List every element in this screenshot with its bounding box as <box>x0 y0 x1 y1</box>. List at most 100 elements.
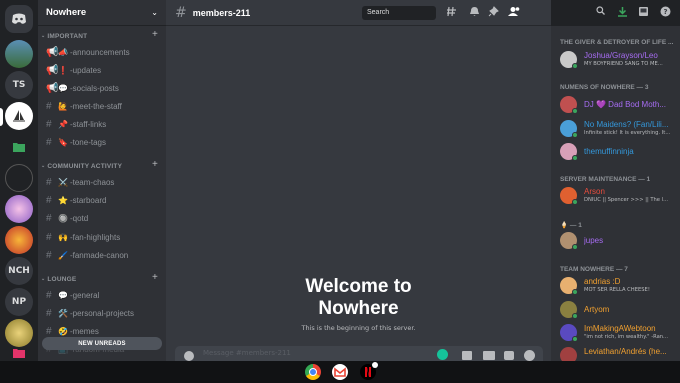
member-item[interactable]: jupes <box>560 232 678 252</box>
online-status-icon <box>572 199 578 205</box>
grammarly-icon[interactable] <box>437 349 448 360</box>
online-status-icon <box>572 244 578 250</box>
taskbar <box>0 361 680 383</box>
server-name: Nowhere <box>46 7 87 18</box>
channel-fan-highlights[interactable]: # 🙌 -fan-highlights <box>42 229 162 245</box>
red-server-icon[interactable] <box>5 226 33 254</box>
hash-icon: # <box>46 194 52 206</box>
selected-server-pill <box>0 108 3 126</box>
online-status-icon <box>572 289 578 295</box>
channel-meet-the-staff[interactable]: # 🙋 -meet-the-staff <box>42 98 162 114</box>
category-community-activity[interactable]: ⌄ COMMUNITY ACTIVITY + <box>38 159 166 172</box>
member-item[interactable]: Arson DNIUC || Spencer >>> || The l... <box>560 187 678 207</box>
add-channel-icon[interactable]: + <box>152 29 158 40</box>
chevron-down-icon[interactable]: ⌄ <box>151 8 158 17</box>
member-list: THE GIVER & DETROYER OF LIFE ... Joshua/… <box>551 26 680 361</box>
sticker-icon[interactable] <box>504 351 514 360</box>
member-group-title: THE GIVER & DETROYER OF LIFE ... <box>560 39 674 46</box>
add-attachment-icon[interactable] <box>184 351 194 361</box>
pin-icon[interactable] <box>486 6 500 20</box>
member-list-icon[interactable] <box>507 6 521 20</box>
inbox-icon[interactable] <box>636 6 650 20</box>
server-nch[interactable]: NCH <box>5 257 33 285</box>
category-lounge[interactable]: ⌄ LOUNGE + <box>38 272 166 285</box>
add-channel-icon[interactable]: + <box>152 272 158 283</box>
channel-starboard[interactable]: # ⭐ -starboard <box>42 192 162 208</box>
server-rail: TS NCH NP <box>0 0 38 361</box>
channel-staff-links[interactable]: # 📌 -staff-links <box>42 116 162 132</box>
member-item[interactable]: ImMakingAWebtoon "im not rich, im wealth… <box>560 324 678 344</box>
download-icon[interactable] <box>615 6 629 20</box>
search-icon[interactable] <box>593 6 607 20</box>
channel-qotd[interactable]: # 🔘 -qotd <box>42 210 162 226</box>
folder-icon[interactable] <box>5 347 33 359</box>
channel-fanmade-canon[interactable]: # 🖌️ -fanmade-canon <box>42 247 162 263</box>
notification-badge <box>372 362 378 368</box>
member-item[interactable]: andrias :D MOT SER RELLA CHEESE! <box>560 277 678 297</box>
hash-icon: # <box>46 176 52 188</box>
megaphone-icon: 📢 <box>46 46 59 58</box>
svg-text:?: ? <box>663 8 667 16</box>
server-ts[interactable]: TS <box>5 71 33 99</box>
chrome-icon[interactable] <box>305 364 321 380</box>
avatar <box>560 347 577 361</box>
folder-icon[interactable] <box>5 133 33 161</box>
category-important[interactable]: ⌄ IMPORTANT + <box>38 29 166 42</box>
discord-home-icon[interactable] <box>5 5 33 33</box>
channel-updates[interactable]: 📢 ❗ -updates <box>42 62 162 78</box>
channel-announcements[interactable]: 📢 📣 -announcements <box>42 44 162 60</box>
gmail-icon[interactable] <box>332 364 348 380</box>
nowhere-server-icon[interactable] <box>5 164 33 192</box>
emoji-icon[interactable] <box>524 350 535 361</box>
welcome-subtitle: This is the beginning of this server. <box>301 324 416 332</box>
art-server-icon[interactable] <box>5 319 33 347</box>
hash-icon: # <box>46 325 52 337</box>
search-input[interactable]: Search <box>362 6 436 20</box>
member-group-title: SERVER MAINTENANCE — 1 <box>560 176 651 183</box>
hash-icon: # <box>46 307 52 319</box>
member-item[interactable]: Joshua/Grayson/Leo MY BOYFRIEND SANG TO … <box>560 51 678 71</box>
hash-icon: # <box>46 231 52 243</box>
online-status-icon <box>572 155 578 161</box>
channel-tone-tags[interactable]: # 🔖 -tone-tags <box>42 134 162 150</box>
member-item[interactable]: DJ 💜 Dad Bod Moth... <box>560 96 678 116</box>
member-group-title: TEAM NOWHERE — 7 <box>560 266 628 273</box>
member-item[interactable]: Artyom <box>560 301 678 321</box>
channel-socials-posts[interactable]: 📢 💬 -socials-posts <box>42 80 162 96</box>
hash-icon: # <box>46 249 52 261</box>
member-group-title: 🍦 — 1 <box>560 222 582 229</box>
netflix-icon[interactable] <box>360 362 378 380</box>
bell-icon[interactable] <box>467 6 481 20</box>
channel-title: members-211 <box>192 7 251 18</box>
threads-icon[interactable] <box>444 6 458 20</box>
member-item[interactable]: Leviathan/Andrés (he... <box>560 347 678 361</box>
member-group-title: NUMENS OF NOWHERE — 3 <box>560 84 649 91</box>
online-status-icon <box>572 108 578 114</box>
member-item[interactable]: themuffinninja <box>560 143 678 163</box>
member-item[interactable]: No Maidens? (Fan/Lili... Infinite stick!… <box>560 120 678 140</box>
gif-icon[interactable] <box>483 351 495 360</box>
add-channel-icon[interactable]: + <box>152 159 158 170</box>
anime-server-icon[interactable] <box>5 195 33 223</box>
hash-icon: # <box>175 4 187 21</box>
channel-personal-projects[interactable]: # 🛠️ -personal-projects <box>42 305 162 321</box>
sailboat-server-icon[interactable] <box>5 102 33 130</box>
megaphone-icon: 📢 <box>46 64 59 76</box>
megaphone-icon: 📢 <box>46 82 59 94</box>
hash-icon: # <box>46 289 52 301</box>
channel-general[interactable]: # 💬 -general <box>42 287 162 303</box>
help-icon[interactable]: ? <box>658 6 672 20</box>
channel-team-chaos[interactable]: # ⚔️ -team-chaos <box>42 174 162 190</box>
hash-icon: # <box>46 118 52 130</box>
gift-icon[interactable] <box>462 351 472 360</box>
new-unreads-button[interactable]: NEW UNREADS <box>42 337 162 350</box>
online-status-icon <box>572 132 578 138</box>
server-header[interactable]: Nowhere ⌄ <box>38 0 166 26</box>
server-np[interactable]: NP <box>5 288 33 316</box>
hash-icon: # <box>46 136 52 148</box>
channel-sidebar: Nowhere ⌄ ⌄ IMPORTANT + 📢 📣 -announcements … <box>38 0 166 361</box>
welcome-title: Welcome to Nowhere <box>305 276 412 319</box>
online-status-icon <box>572 336 578 342</box>
landscape-server-icon[interactable] <box>5 40 33 68</box>
online-status-icon <box>572 63 578 69</box>
